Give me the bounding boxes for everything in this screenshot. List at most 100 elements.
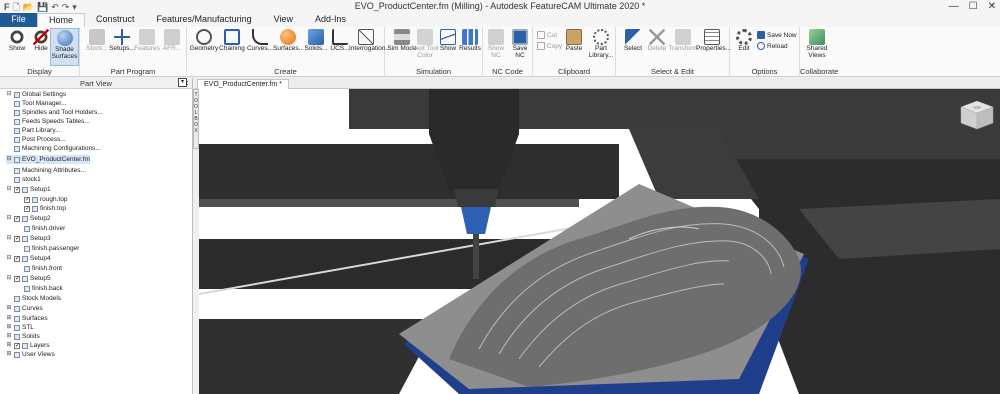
tree-item[interactable]: ⊞ Solids [6,332,39,341]
properties-button[interactable]: Properties... [696,28,731,52]
cut-button[interactable]: Cut [537,31,557,39]
checkbox[interactable]: ✓ [14,215,20,222]
expand-icon[interactable]: ⊞ [6,350,12,359]
tree-item[interactable]: finish.front [24,264,62,273]
expand-icon[interactable]: ⊞ [6,314,12,323]
new-file-icon[interactable]: 🗋 [13,1,20,13]
checkbox[interactable]: ✓ [14,235,20,242]
tree-item[interactable]: Stock Models [14,294,61,303]
save-icon[interactable]: 💾 [37,1,48,13]
tree-item[interactable]: finish.back [24,284,63,293]
collapse-icon[interactable]: ⊟ [6,274,12,283]
checkbox[interactable]: ✓ [14,275,20,282]
maximize-button[interactable]: ☐ [969,0,978,13]
tree-node-icon [22,215,28,222]
surfaces-button[interactable]: Surfaces... [273,28,304,52]
expand-icon[interactable]: ⊞ [6,323,12,332]
tab-construct[interactable]: Construct [85,13,146,27]
tree-item[interactable]: Spindles and Tool Holders... [14,108,103,117]
tree-item[interactable]: ⊞ User Views [6,350,55,359]
undo-icon[interactable]: ↶ [51,1,59,13]
save-nc-button[interactable]: Save NC [508,28,532,59]
tab-view[interactable]: View [263,13,304,27]
collapse-icon[interactable]: ⊟ [6,185,12,194]
results-icon [462,29,478,45]
curves-button[interactable]: Curves... [245,28,275,52]
close-button[interactable]: ✕ [988,0,996,13]
spindle-nose [454,189,499,207]
collapse-icon[interactable]: ⊟ [6,254,12,263]
save-now-button[interactable]: Save Now [757,31,797,39]
tab-add-ins[interactable]: Add-Ins [304,13,357,27]
tree-item[interactable]: ✓ finish.top [24,204,66,213]
tree-item[interactable]: Machining Configurations... [14,144,101,153]
collapse-icon[interactable]: ⊟ [6,155,12,164]
tree-item[interactable]: ⊟ ✓ Setup2 [6,214,50,223]
checkbox[interactable]: ✓ [14,342,20,349]
afr-button[interactable]: AFR... [157,28,187,52]
edit-options-button[interactable]: Edit [732,28,756,52]
expand-icon[interactable]: ⊞ [6,341,12,350]
tree-item[interactable]: ⊟ Global Settings [6,90,66,99]
tree-item[interactable]: finish.driver [24,224,65,233]
tree-item[interactable]: stock1 [14,175,41,184]
expand-icon[interactable]: ⊞ [6,332,12,341]
tool-color-icon [417,29,433,45]
tree-item[interactable]: ⊟ ✓ Setup5 [6,274,50,283]
customize-icon[interactable]: ▾ [72,1,77,13]
part-library-button[interactable]: Part Library... [587,28,615,59]
results-button[interactable]: Results [455,28,485,52]
checkbox[interactable]: ✓ [14,255,20,262]
tree-item[interactable]: ⊟ EVO_ProductCenter.fm [6,155,90,164]
reload-button[interactable]: Reload [757,42,788,50]
tree-item[interactable]: ⊞ STL [6,323,33,332]
geometry-button[interactable]: Geometry [189,28,219,52]
chevron-down-icon[interactable]: ▾ [178,78,187,87]
tree-item[interactable]: Tool Manager... [14,99,66,108]
open-file-icon[interactable]: 📂 [23,1,34,13]
tree-item[interactable]: ⊞ Curves [6,304,42,313]
paste-button[interactable]: Paste [561,28,587,52]
checkbox[interactable]: ✓ [24,205,30,212]
tree-item[interactable]: ⊟ ✓ Setup4 [6,254,50,263]
tree-item[interactable]: Feeds Speeds Tables... [14,117,90,126]
group-simulation: Sim Mode Next Tool Color Show Results Si… [385,27,483,77]
tree-item[interactable]: ⊟ ✓ Setup1 [6,185,50,194]
tree-item[interactable]: ⊞ Surfaces [6,314,47,323]
checkbox[interactable]: ✓ [14,186,20,193]
tree-item[interactable]: Machining Attributes... [14,166,86,175]
tree-item[interactable]: ⊞ ✓ Layers [6,341,49,350]
graphics-viewport[interactable]: TOP [199,89,1000,394]
window-title: EVO_ProductCenter.fm (Milling) - Autodes… [354,1,646,11]
tab-features-manufacturing[interactable]: Features/Manufacturing [146,13,263,27]
chaining-button[interactable]: Chaining [217,28,247,52]
transform-button[interactable]: Transform [668,28,698,52]
group-display: Show Hide Shade Surfaces Display [0,27,80,77]
copy-button[interactable]: Copy [537,42,562,50]
show-nc-button[interactable]: Show NC [484,28,508,59]
shared-views-button[interactable]: Shared Views [802,28,832,59]
tree-item[interactable]: Post Process... [14,135,66,144]
tree-item[interactable]: ✓ rough.top [24,195,67,204]
expand-icon[interactable]: ⊞ [6,304,12,313]
checkbox[interactable]: ✓ [24,196,30,203]
window-controls: — ☐ ✕ [949,0,996,13]
interrogation-button[interactable]: Interrogation... [349,28,391,52]
collapse-icon[interactable]: ⊟ [6,214,12,223]
collapse-icon[interactable]: ⊟ [6,234,12,243]
quick-access-toolbar: F 🗋 📂 💾 ↶ ↷ ▾ [0,0,77,13]
redo-icon[interactable]: ↷ [62,1,70,13]
title-bar: F 🗋 📂 💾 ↶ ↷ ▾ EVO_ProductCenter.fm (Mill… [0,0,1000,13]
shade-surfaces-button[interactable]: Shade Surfaces [50,28,79,66]
tree-item[interactable]: ⊟ ✓ Setup3 [6,234,50,243]
collapse-icon[interactable]: ⊟ [6,90,12,99]
tree-item[interactable]: Part Library... [14,126,61,135]
minimize-button[interactable]: — [949,0,959,13]
reload-icon [757,42,765,50]
chaining-icon [224,29,240,45]
tab-file[interactable]: File [0,13,37,27]
tree-item-label: User Views [22,351,55,358]
tree-item[interactable]: finish.passenger [24,244,79,253]
tab-evo-productcenter[interactable]: EVO_ProductCenter.fm * [197,79,289,89]
tab-home[interactable]: Home [37,13,86,27]
